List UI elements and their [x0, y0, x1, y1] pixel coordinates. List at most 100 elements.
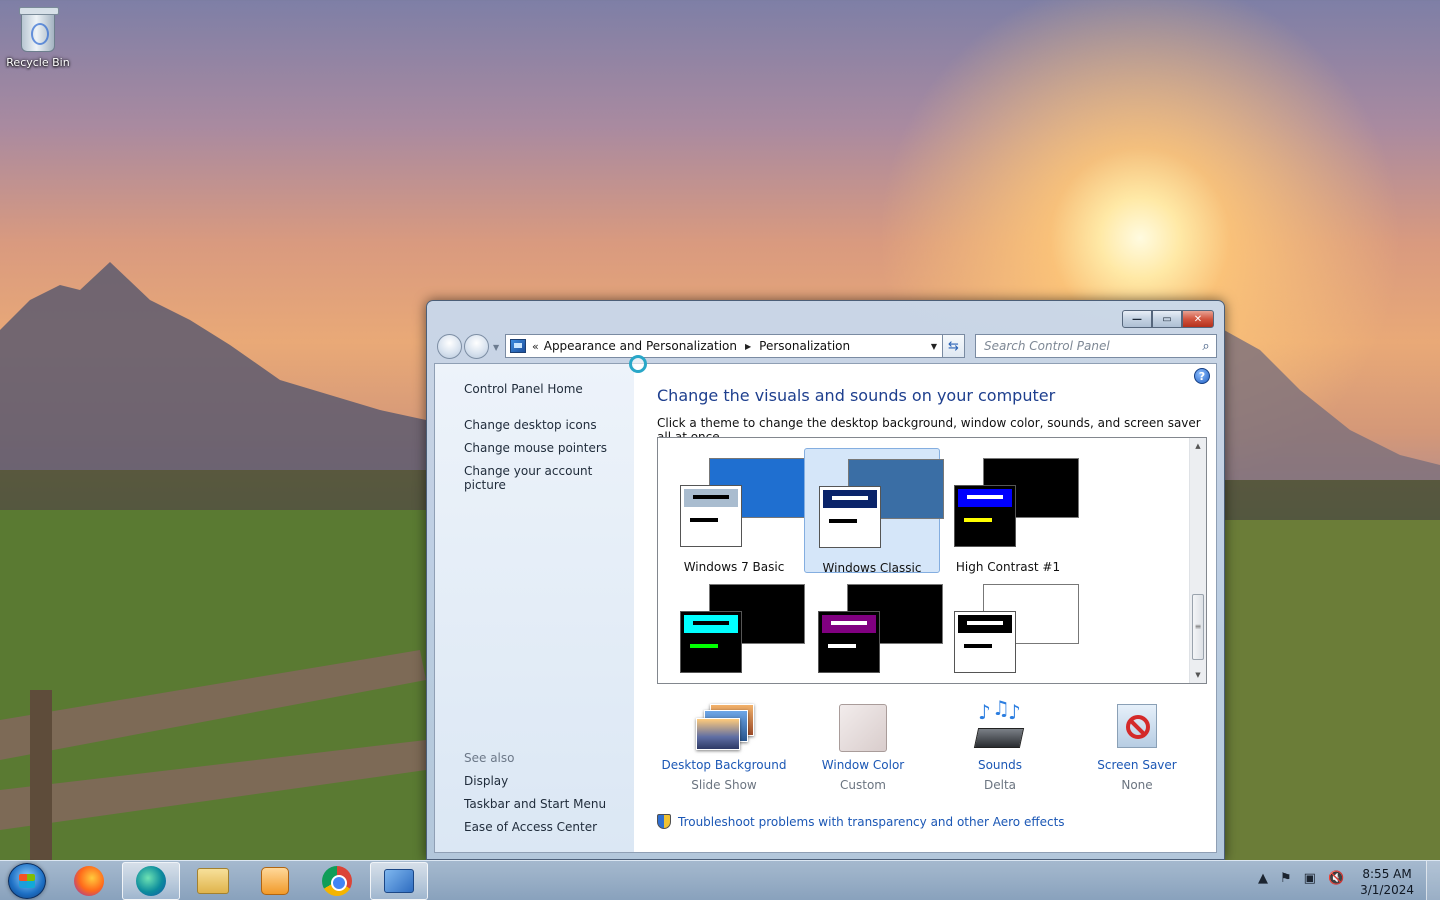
theme-preview-window — [954, 611, 1016, 673]
troubleshoot-link[interactable]: Troubleshoot problems with transparency … — [657, 814, 1065, 829]
setting-value: None — [1121, 778, 1153, 792]
start-button[interactable] — [8, 863, 46, 899]
file-explorer-icon — [197, 868, 229, 894]
maximize-icon: ▭ — [1162, 313, 1172, 325]
scroll-down-icon[interactable]: ▼ — [1190, 667, 1206, 683]
left-pane: Control Panel Home Change desktop icons … — [435, 364, 634, 852]
taskbar-edge[interactable] — [122, 862, 180, 900]
theme-tile[interactable] — [940, 574, 1079, 683]
scroll-up-icon[interactable]: ▲ — [1190, 438, 1206, 454]
close-icon: ✕ — [1193, 313, 1203, 325]
theme-tile[interactable] — [804, 574, 943, 683]
help-icon[interactable]: ? — [1194, 368, 1210, 384]
search-box: ⌕ — [975, 334, 1217, 358]
theme-preview-window — [818, 611, 880, 673]
control-panel-home-link[interactable]: Control Panel Home — [464, 382, 583, 396]
breadcrumb-arrow-icon[interactable]: ▶ — [745, 342, 751, 351]
recent-pages-dropdown[interactable]: ▼ — [493, 343, 499, 352]
breadcrumb-appearance[interactable]: Appearance and Personalization — [544, 339, 737, 353]
window-color-icon — [835, 704, 891, 752]
theme-preview-window — [954, 485, 1016, 547]
theme-label: Windows 7 Basic — [683, 560, 785, 574]
address-bar[interactable]: « Appearance and Personalization ▶ Perso… — [505, 334, 943, 358]
desktop-background-setting[interactable]: Desktop Background Slide Show — [654, 704, 794, 792]
theme-list-scrollbar[interactable]: ▲ ≡ ▼ — [1189, 438, 1206, 683]
sounds-icon: ♪ ♫ ♪ — [972, 696, 1028, 752]
taskbar-firefox[interactable] — [60, 862, 118, 900]
troubleshoot-label[interactable]: Troubleshoot problems with transparency … — [678, 815, 1065, 829]
shield-icon — [657, 814, 671, 829]
chrome-icon — [322, 866, 352, 896]
setting-name[interactable]: Desktop Background — [654, 758, 794, 772]
search-icon[interactable]: ⌕ — [1196, 339, 1216, 354]
minimize-icon: — — [1132, 313, 1142, 325]
screen-saver-icon — [1109, 704, 1165, 752]
refresh-button[interactable]: ⇆ — [943, 334, 965, 358]
see-also-heading: See also — [464, 751, 515, 765]
desktop-background-icon — [696, 704, 754, 752]
taskbar-control-panel[interactable] — [370, 862, 428, 900]
back-button[interactable] — [437, 334, 462, 359]
show-hidden-icons-icon[interactable]: ▲ — [1258, 871, 1268, 886]
setting-value: Custom — [840, 778, 886, 792]
clock-date: 3/1/2024 — [1360, 883, 1414, 897]
media-player-icon — [261, 867, 289, 895]
show-desktop-button[interactable] — [1426, 861, 1440, 900]
window-color-setting[interactable]: Window Color Custom — [793, 704, 933, 792]
theme-preview-window — [680, 611, 742, 673]
clock[interactable]: 8:55 AM 3/1/2024 — [1360, 866, 1414, 898]
page-title: Change the visuals and sounds on your co… — [657, 386, 1056, 405]
search-input[interactable] — [984, 339, 1196, 353]
display-link[interactable]: Display — [464, 774, 508, 788]
close-button[interactable]: ✕ — [1182, 310, 1214, 328]
address-dropdown-icon[interactable]: ▼ — [926, 335, 942, 357]
breadcrumb-personalization[interactable]: Personalization — [759, 339, 850, 353]
forward-button[interactable] — [464, 334, 489, 359]
change-desktop-icons-link[interactable]: Change desktop icons — [464, 418, 597, 432]
navigation-bar: ▼ « Appearance and Personalization ▶ Per… — [435, 333, 1217, 359]
breadcrumb-overflow[interactable]: « — [532, 340, 539, 353]
desktop-icon-label: Recycle Bin — [6, 56, 70, 69]
taskbar-file-explorer[interactable] — [184, 862, 242, 900]
theme-tile[interactable]: Windows 7 Basic — [666, 448, 805, 574]
theme-tile[interactable] — [666, 574, 805, 683]
setting-value: Slide Show — [691, 778, 757, 792]
scroll-thumb[interactable]: ≡ — [1192, 594, 1204, 660]
taskbar-chrome[interactable] — [308, 862, 366, 900]
taskbar-start-menu-link[interactable]: Taskbar and Start Menu — [464, 797, 606, 811]
sounds-setting[interactable]: ♪ ♫ ♪ Sounds Delta — [930, 696, 1070, 792]
change-mouse-pointers-link[interactable]: Change mouse pointers — [464, 441, 607, 455]
volume-muted-icon[interactable]: 🔇 — [1328, 871, 1344, 886]
desktop-icon-recycle-bin[interactable]: Recycle Bin — [6, 7, 70, 69]
taskbar-media-player[interactable] — [246, 862, 304, 900]
taskbar: ▲ ⚑ ▣ 🔇 8:55 AM 3/1/2024 — [0, 860, 1440, 900]
theme-list: ▲ ≡ ▼ Windows 7 Basic Windows Classic High… — [657, 437, 1207, 684]
setting-name[interactable]: Sounds — [930, 758, 1070, 772]
theme-settings-row: Desktop Background Slide Show Window Col… — [654, 696, 1217, 804]
maximize-button[interactable]: ▭ — [1152, 310, 1182, 328]
network-icon[interactable]: ▣ — [1304, 871, 1316, 886]
minimize-button[interactable]: — — [1122, 310, 1152, 328]
ease-of-access-link[interactable]: Ease of Access Center — [464, 820, 597, 834]
system-tray: ▲ ⚑ ▣ 🔇 — [1258, 871, 1344, 886]
theme-preview-window — [680, 485, 742, 547]
theme-label: High Contrast #1 — [955, 560, 1061, 574]
change-account-picture-link[interactable]: Change your account picture — [464, 464, 634, 492]
firefox-icon — [74, 866, 104, 896]
action-center-flag-icon[interactable]: ⚑ — [1280, 871, 1292, 886]
main-pane: ? Change the visuals and sounds on your … — [634, 364, 1216, 852]
control-panel-icon — [510, 339, 526, 353]
clock-time: 8:55 AM — [1362, 867, 1412, 881]
setting-name[interactable]: Window Color — [793, 758, 933, 772]
theme-label: Windows Classic — [822, 561, 922, 575]
screen-saver-setting[interactable]: Screen Saver None — [1067, 704, 1207, 792]
theme-tile[interactable]: High Contrast #1 — [940, 448, 1079, 574]
setting-name[interactable]: Screen Saver — [1067, 758, 1207, 772]
theme-preview-window — [819, 486, 881, 548]
theme-tile[interactable]: Windows Classic — [804, 448, 944, 575]
busy-cursor-icon — [629, 355, 647, 373]
personalization-window: — ▭ ✕ ▼ « Appearance and Personalization… — [426, 300, 1225, 860]
refresh-icon: ⇆ — [948, 338, 959, 354]
recycle-bin-icon — [19, 7, 59, 52]
control-panel-icon — [384, 869, 414, 893]
